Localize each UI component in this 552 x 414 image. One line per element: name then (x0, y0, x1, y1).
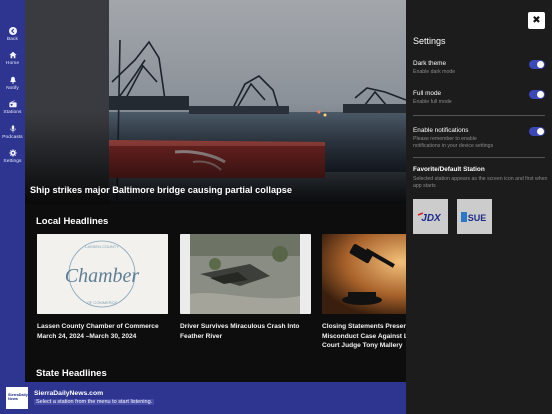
nav-stations[interactable]: Stations (0, 96, 25, 121)
news-card[interactable]: Driver Survives Miraculous Crash Into Fe… (180, 234, 311, 341)
nav-settings-label: Settings (3, 159, 22, 165)
back-icon (8, 26, 17, 35)
setting-description: Enable full mode (413, 99, 452, 105)
nav-home[interactable]: Home (0, 47, 25, 72)
setting-description-line: notifications in your device settings (413, 142, 494, 149)
state-headlines-title: State Headlines (36, 368, 107, 379)
close-button[interactable]: ✖ (528, 12, 545, 29)
full-mode-toggle[interactable] (529, 90, 545, 99)
divider (413, 115, 545, 116)
chamber-logo-bottom-text: OF COMMERCE (87, 300, 118, 305)
nav-podcasts[interactable]: Podcasts (0, 120, 25, 145)
notifications-toggle[interactable] (529, 127, 545, 136)
station-name: SierraDailyNews.com (34, 390, 104, 397)
hero-story[interactable]: Ship strikes major Baltimore bridge caus… (25, 0, 406, 204)
setting-description: Enable dark mode (413, 69, 456, 75)
nav-back[interactable]: Back (0, 22, 25, 47)
setting-dark-theme: Dark theme Enable dark mode (413, 60, 545, 76)
chamber-logo-text: Chamber (65, 265, 140, 287)
station-option-sue[interactable]: SUE (457, 199, 492, 234)
hero-image (25, 0, 406, 204)
gavel-photo (322, 234, 406, 314)
nav-notify[interactable]: Notify (0, 71, 25, 96)
card-title-line: March 24, 2024 –March 30, 2024 (37, 332, 137, 340)
card-thumbnail: LASSEN COUNTY OF COMMERCE Chamber (37, 234, 168, 314)
station-logo-text: SierraDaily News (8, 393, 28, 401)
news-card[interactable]: Closing Statements Presen Misconduct Cas… (322, 234, 406, 351)
chamber-logo-top-text: LASSEN COUNTY (85, 244, 119, 249)
nav-settings[interactable]: Settings (0, 145, 25, 170)
setting-full-mode: Full mode Enable full mode (413, 90, 545, 106)
setting-description: Please remember to enable notifications … (413, 136, 545, 149)
nav-podcasts-label: Podcasts (2, 134, 23, 140)
card-title-line: Feather River (180, 332, 223, 340)
favorite-station-title: Favorite/Default Station (413, 166, 485, 173)
nav-stations-label: Stations (3, 110, 22, 116)
microphone-icon (9, 125, 16, 133)
settings-panel: ✖ Settings Dark theme Enable dark mode F… (406, 0, 552, 414)
local-headlines-title: Local Headlines (36, 216, 109, 227)
card-title-line: Court Judge Tony Mallery (322, 342, 403, 349)
hero-headline[interactable]: Ship strikes major Baltimore bridge caus… (30, 185, 292, 195)
card-thumbnail (322, 234, 406, 314)
favorite-station-description: Selected station appears as the screen i… (413, 176, 548, 189)
setting-notifications: Enable notifications Please remember to … (413, 127, 545, 149)
radio-icon (8, 100, 17, 108)
nav-notify-label: Notify (6, 85, 19, 91)
card-text: Driver Survives Miraculous Crash Into Fe… (180, 322, 311, 341)
settings-title: Settings (413, 36, 446, 46)
station-logo: SierraDaily News (6, 387, 28, 409)
player-status: Select a station from the menu to start … (34, 399, 155, 405)
close-icon: ✖ (532, 15, 541, 26)
station-option-jdx[interactable]: JDX (413, 199, 448, 234)
dark-theme-toggle[interactable] (529, 60, 545, 69)
crash-photo (180, 234, 311, 314)
news-card[interactable]: LASSEN COUNTY OF COMMERCE Chamber Lassen… (37, 234, 168, 341)
card-text: Lassen County Chamber of Commerce March … (37, 322, 168, 341)
home-icon (8, 52, 17, 59)
jdx-logo-text: JDX (421, 213, 442, 224)
sue-logo-text: SUE (467, 213, 486, 223)
setting-label: Enable notifications (413, 127, 469, 134)
nav-back-label: Back (6, 36, 19, 42)
jdx-logo: JDX (417, 211, 442, 224)
player-bar[interactable]: SierraDaily News SierraDailyNews.com Sel… (0, 382, 406, 414)
gear-icon (8, 149, 17, 157)
card-title-line: Lassen County Chamber of Commerce (37, 323, 159, 330)
sue-logo: SUE (460, 211, 486, 223)
chamber-logo-image: LASSEN COUNTY OF COMMERCE Chamber (37, 234, 168, 314)
nav-home-label: Home (5, 61, 20, 67)
card-text: Closing Statements Presen Misconduct Cas… (322, 322, 406, 351)
nav-rail: Back Home Notify Stations Podcasts Setti… (0, 0, 25, 382)
setting-label: Full mode (413, 90, 442, 97)
card-title-line: Closing Statements Presen (322, 323, 406, 330)
bell-icon (9, 76, 16, 84)
setting-label: Dark theme (413, 60, 447, 67)
card-thumbnail (180, 234, 311, 314)
card-title-line: Misconduct Case Against L (322, 332, 406, 340)
divider (413, 157, 545, 158)
card-title-line: Driver Survives Miraculous Crash Into (180, 323, 300, 330)
setting-description-line: Please remember to enable (413, 136, 477, 142)
